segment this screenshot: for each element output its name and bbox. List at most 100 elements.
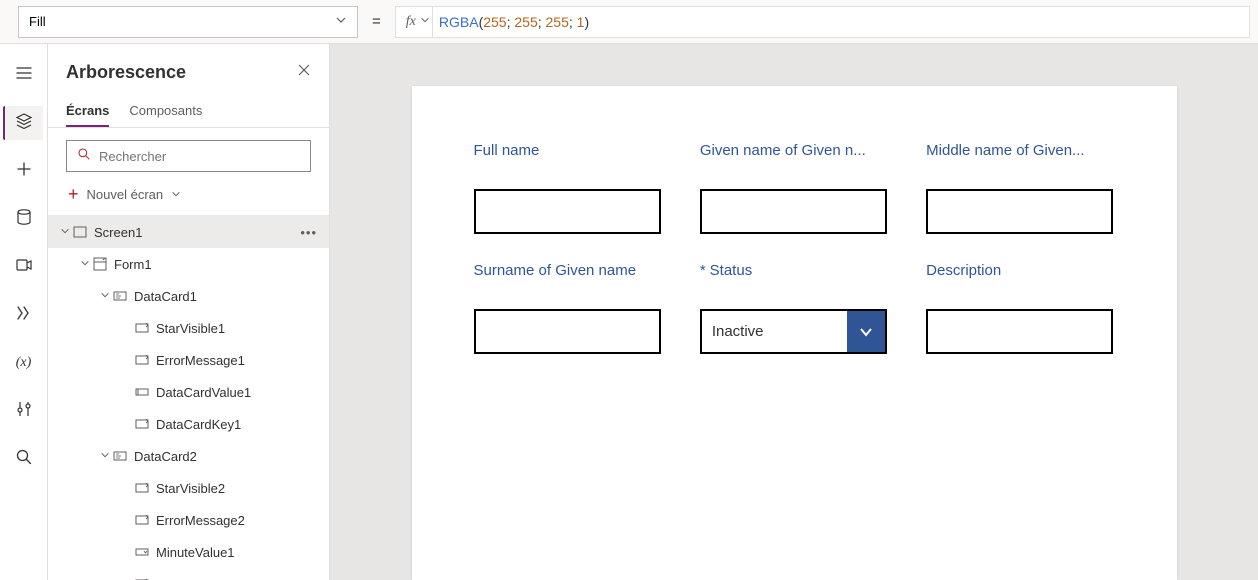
tree-item-label: DataCard1	[134, 289, 197, 304]
left-rail: (x)	[0, 44, 48, 580]
field-status: *Status Inactive	[700, 262, 894, 354]
field-label: Surname of Given name	[474, 262, 668, 279]
field-label: Description	[926, 262, 1120, 279]
fullname-input[interactable]	[474, 189, 661, 234]
tree-item-label: Screen1	[94, 225, 142, 240]
form-control[interactable]: Full name Given name of Given n... Middl…	[412, 86, 1177, 580]
tree-item-form1[interactable]: Form1	[48, 248, 329, 280]
tree-view-panel: Arborescence Écrans Composants + Nouvel …	[48, 44, 330, 580]
fx-button[interactable]: fx	[404, 6, 433, 38]
layers-icon	[15, 112, 33, 135]
form-icon	[92, 257, 108, 271]
database-icon	[15, 208, 33, 231]
field-label: Full name	[474, 142, 668, 159]
givenname-input[interactable]	[700, 189, 887, 234]
field-middlename: Middle name of Given...	[926, 142, 1120, 234]
property-selector[interactable]: Fill	[18, 6, 358, 38]
required-star: *	[700, 262, 706, 279]
rail-tools-button[interactable]	[4, 394, 44, 428]
search-icon	[15, 448, 33, 471]
canvas[interactable]: Full name Given name of Given n... Middl…	[330, 44, 1258, 580]
tree-item-datacard2[interactable]: DataCard2	[48, 440, 329, 472]
search-box[interactable]	[66, 140, 311, 172]
new-screen-button[interactable]: + Nouvel écran	[48, 180, 329, 215]
rail-insert-button[interactable]	[4, 154, 44, 188]
datacard-icon	[112, 449, 128, 463]
textinput-icon	[134, 385, 150, 399]
description-input[interactable]	[926, 309, 1113, 354]
rail-media-button[interactable]	[4, 250, 44, 284]
tree-item-datacardvalue1[interactable]: DataCardValue1	[48, 376, 329, 408]
tree-item-label: ErrorMessage2	[156, 513, 245, 528]
new-screen-label: Nouvel écran	[87, 187, 164, 202]
chevron-down-icon[interactable]	[98, 450, 112, 463]
tree-item-label: DataCard2	[134, 449, 197, 464]
rail-flows-button[interactable]	[4, 298, 44, 332]
search-input[interactable]	[99, 149, 300, 164]
hamburger-icon	[15, 64, 33, 87]
chevron-down-icon[interactable]	[78, 258, 92, 271]
rail-tree-button[interactable]	[3, 106, 43, 140]
tree-item-errormessage2[interactable]: ErrorMessage2	[48, 504, 329, 536]
chevron-down-icon	[857, 323, 875, 341]
chevron-down-icon	[335, 14, 347, 29]
equals-sign: =	[366, 13, 387, 30]
media-icon	[15, 256, 33, 279]
formula-toolbar: Fill = fx RGBA(255; 255; 255; 1)	[0, 0, 1258, 44]
tree-item-label: StarVisible1	[156, 321, 225, 336]
tree-item-label: StarVisible2	[156, 481, 225, 496]
surname-input[interactable]	[474, 309, 661, 354]
field-label: Middle name of Given...	[926, 142, 1120, 159]
middlename-input[interactable]	[926, 189, 1113, 234]
rail-hamburger-button[interactable]	[4, 58, 44, 92]
search-icon	[77, 147, 91, 166]
rail-search-button[interactable]	[4, 442, 44, 476]
variable-icon: (x)	[16, 355, 32, 371]
plus-icon: +	[68, 184, 79, 205]
field-label: *Status	[700, 262, 894, 279]
dropdown-icon	[134, 545, 150, 559]
tree-item-starvisible2[interactable]: StarVisible2	[48, 472, 329, 504]
field-givenname: Given name of Given n...	[700, 142, 894, 234]
tree-item-label: Separator1	[156, 577, 220, 580]
tree-item-label: ErrorMessage1	[156, 353, 245, 368]
tree-item-separator1[interactable]: Separator1	[48, 568, 329, 580]
chevron-down-icon	[420, 15, 430, 28]
status-dropdown-button[interactable]	[847, 311, 885, 352]
field-fullname: Full name	[474, 142, 668, 234]
tab-screens[interactable]: Écrans	[66, 95, 109, 127]
flow-icon	[15, 304, 33, 327]
status-dropdown-value: Inactive	[702, 311, 847, 352]
tree-item-starvisible1[interactable]: StarVisible1	[48, 312, 329, 344]
tree-item-errormessage1[interactable]: ErrorMessage1	[48, 344, 329, 376]
tree-item-datacard1[interactable]: DataCard1	[48, 280, 329, 312]
tree-item-label: DataCardKey1	[156, 417, 241, 432]
status-dropdown[interactable]: Inactive	[700, 309, 887, 354]
tree-item-label: Form1	[114, 257, 152, 272]
chevron-down-icon[interactable]	[98, 290, 112, 303]
formula-bar-container: fx RGBA(255; 255; 255; 1)	[395, 6, 1250, 38]
formula-input[interactable]: RGBA(255; 255; 255; 1)	[439, 7, 1241, 37]
rail-variables-button[interactable]: (x)	[4, 346, 44, 380]
tree-item-label: MinuteValue1	[156, 545, 235, 560]
rail-data-button[interactable]	[4, 202, 44, 236]
more-menu-button[interactable]: •••	[300, 225, 317, 240]
chevron-down-icon[interactable]	[58, 226, 72, 239]
label-icon	[134, 513, 150, 527]
tree-item-minutevalue1[interactable]: MinuteValue1	[48, 536, 329, 568]
tab-components[interactable]: Composants	[129, 95, 202, 127]
tree-item-screen1[interactable]: Screen1 •••	[48, 216, 329, 248]
field-description: Description	[926, 262, 1120, 354]
field-label: Given name of Given n...	[700, 142, 894, 159]
tree-item-datacardkey1[interactable]: DataCardKey1	[48, 408, 329, 440]
plus-icon	[15, 160, 33, 183]
tree-tabs: Écrans Composants	[48, 95, 329, 128]
tree-list[interactable]: Screen1 ••• Form1 DataCard1 StarVisible1…	[48, 215, 329, 580]
close-panel-button[interactable]	[297, 63, 311, 82]
fx-icon: fx	[406, 14, 416, 30]
screen-icon	[72, 225, 88, 239]
label-icon	[134, 353, 150, 367]
field-surname: Surname of Given name	[474, 262, 668, 354]
tree-item-label: DataCardValue1	[156, 385, 251, 400]
datacard-icon	[112, 289, 128, 303]
